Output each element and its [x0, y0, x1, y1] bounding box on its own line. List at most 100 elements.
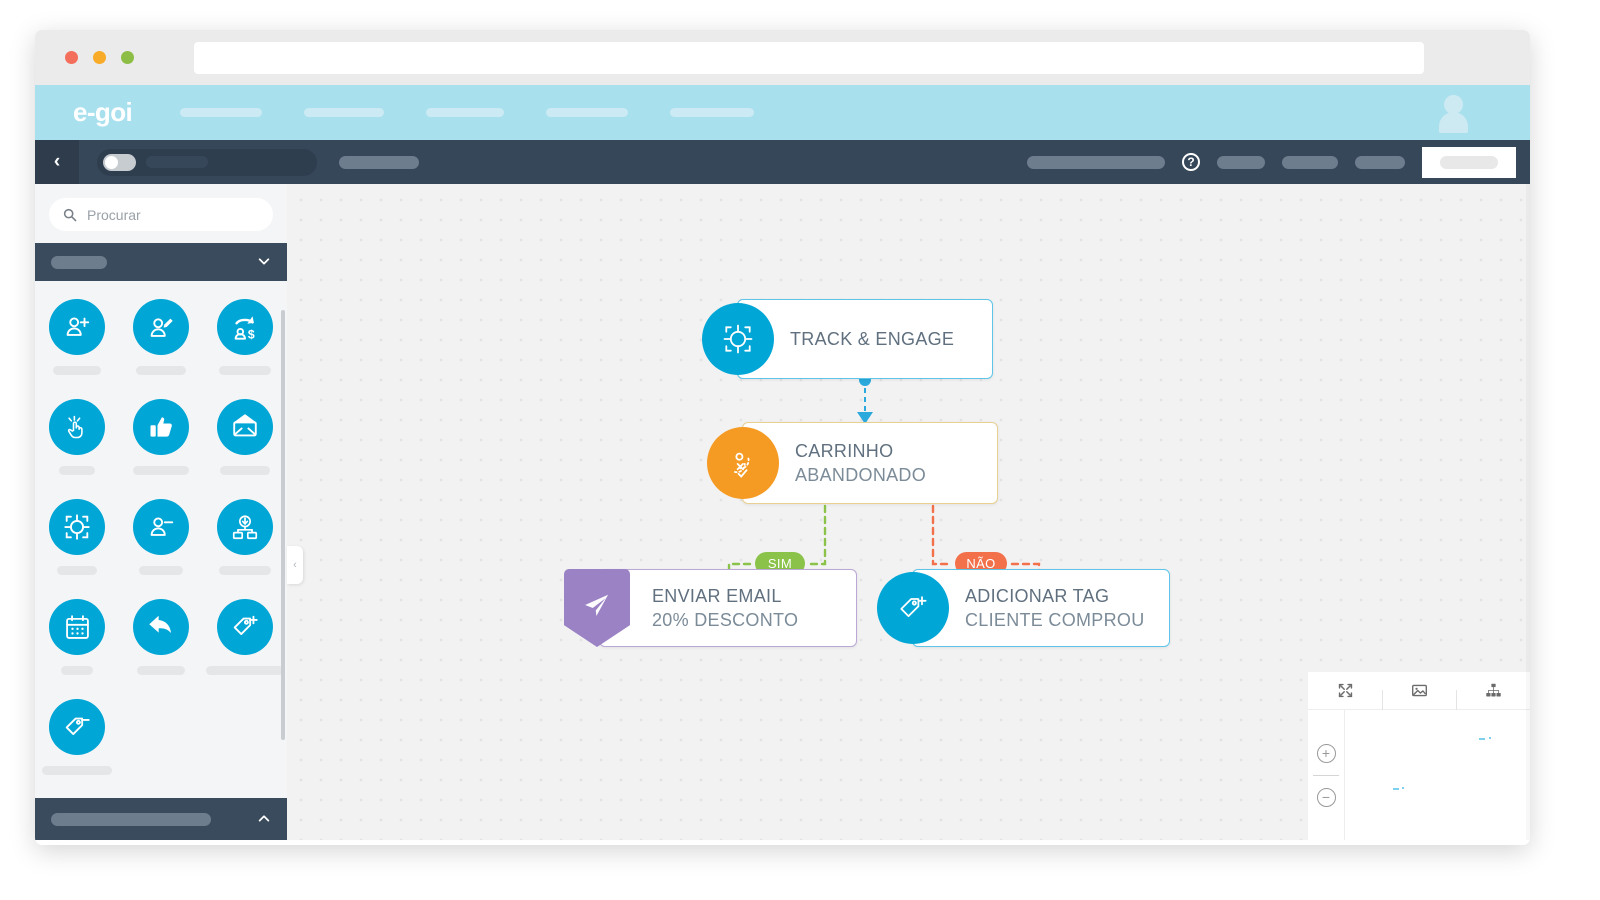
- help-icon[interactable]: ?: [1182, 153, 1200, 171]
- tool-group-footer-label: [51, 812, 211, 826]
- zoom-in-button[interactable]: +: [1316, 743, 1336, 763]
- save-button-label: [1440, 155, 1498, 169]
- tool-item-form-download[interactable]: [203, 499, 287, 575]
- calendar-icon: [49, 599, 105, 655]
- top-nav-item-4[interactable]: [546, 108, 629, 117]
- top-nav-item-1[interactable]: [180, 108, 263, 117]
- search-icon: [63, 208, 77, 222]
- tool-item-label: [220, 466, 270, 475]
- chevron-down-icon: [257, 254, 271, 271]
- tool-group-footer[interactable]: [35, 798, 287, 840]
- fullscreen-icon[interactable]: [1308, 682, 1382, 699]
- tool-item-label: [139, 566, 183, 575]
- tool-item-label: [133, 466, 189, 475]
- minimap-lower: + −: [1308, 710, 1530, 840]
- node-subtitle: CLIENTE COMPROU: [965, 609, 1145, 630]
- node-title: ENVIAR EMAIL: [652, 585, 782, 606]
- hierarchy-icon[interactable]: [1456, 682, 1530, 712]
- brand-logo[interactable]: e-goi: [73, 97, 133, 128]
- toolbar-action-3[interactable]: [1355, 155, 1405, 169]
- canvas-scrollbar[interactable]: [1526, 184, 1530, 840]
- toggle-knob: [105, 155, 118, 169]
- toolbar-toggle-group: [97, 148, 317, 176]
- avatar[interactable]: [1436, 94, 1470, 133]
- user-sale-icon: $: [217, 299, 273, 355]
- workflow-node-track-engage[interactable]: TRACK & ENGAGE: [702, 299, 993, 379]
- tool-item-target[interactable]: [35, 499, 119, 575]
- tool-item-user-sale[interactable]: $: [203, 299, 287, 375]
- toolbar-right-group: ?: [1027, 140, 1530, 184]
- activation-toggle[interactable]: [103, 153, 136, 171]
- toggle-label-placeholder: [146, 156, 208, 168]
- tool-item-tag-add[interactable]: [203, 599, 287, 675]
- traffic-lights: [65, 51, 134, 64]
- tool-item-label: [61, 666, 93, 675]
- top-nav-items: [180, 108, 755, 117]
- zoom-divider: [1313, 774, 1339, 776]
- minimap-toolbar: [1308, 672, 1530, 712]
- browser-titlebar: [35, 30, 1530, 85]
- app-top-nav: e-goi: [35, 85, 1530, 140]
- tag-add-icon: [877, 572, 949, 644]
- target-crosshair-icon: [702, 303, 774, 375]
- tool-item-user-add[interactable]: [35, 299, 119, 375]
- user-add-icon: [49, 299, 105, 355]
- tool-sidebar: Procurar $: [35, 184, 287, 840]
- search-input[interactable]: Procurar: [49, 198, 273, 231]
- tool-item-label: [136, 366, 186, 375]
- top-nav-item-5[interactable]: [670, 108, 755, 117]
- workflow-canvas[interactable]: TRACK & ENGAGE CARRINHO ABANDONADO SIM N…: [287, 184, 1530, 840]
- tool-item-label: [42, 766, 112, 775]
- image-export-icon[interactable]: [1382, 682, 1456, 712]
- tool-item-reply[interactable]: [119, 599, 203, 675]
- tool-item-open-envelope[interactable]: [203, 399, 287, 475]
- sidebar-scrollbar[interactable]: [281, 310, 285, 740]
- target-icon: [49, 499, 105, 555]
- tool-item-click[interactable]: [35, 399, 119, 475]
- svg-text:$: $: [248, 327, 255, 341]
- tool-item-user-edit[interactable]: [119, 299, 203, 375]
- open-envelope-icon: [217, 399, 273, 455]
- tag-add-icon: [217, 599, 273, 655]
- address-bar[interactable]: [194, 41, 1424, 74]
- top-nav-item-3[interactable]: [426, 108, 505, 117]
- tool-group-header[interactable]: [35, 243, 287, 281]
- tool-item-user-remove[interactable]: [119, 499, 203, 575]
- tag-remove-icon: [49, 699, 105, 755]
- toolbar-action-1[interactable]: [1217, 155, 1265, 169]
- sidebar-collapse-toggle[interactable]: ‹: [287, 546, 303, 584]
- top-nav-item-2[interactable]: [304, 108, 385, 117]
- editor-body: Procurar $ ‹ TRACK & ENGAGE CARRINHO ABA…: [35, 184, 1530, 840]
- tool-item-label: [219, 566, 271, 575]
- minimap-viewport[interactable]: [1344, 710, 1530, 840]
- editor-toolbar: ‹ ?: [35, 140, 1530, 184]
- close-window-button[interactable]: [65, 51, 78, 64]
- back-button[interactable]: ‹: [35, 140, 79, 184]
- workflow-node-adicionar-tag[interactable]: ADICIONAR TAG CLIENTE COMPROU: [877, 569, 1170, 647]
- node-title: TRACK & ENGAGE: [790, 328, 955, 349]
- minimize-window-button[interactable]: [93, 51, 106, 64]
- node-subtitle: 20% DESCONTO: [652, 609, 799, 630]
- maximize-window-button[interactable]: [121, 51, 134, 64]
- tool-item-label: [206, 666, 284, 675]
- tool-item-label: [53, 366, 101, 375]
- node-title: CARRINHO: [795, 440, 894, 461]
- click-icon: [49, 399, 105, 455]
- toolbar-action-2[interactable]: [1282, 155, 1338, 169]
- decision-check-x-icon: [707, 427, 779, 499]
- node-text: ENVIAR EMAIL 20% DESCONTO: [600, 586, 816, 631]
- tool-item-tag-remove[interactable]: [35, 699, 119, 775]
- tool-item-label: [219, 366, 271, 375]
- save-button[interactable]: [1422, 146, 1516, 178]
- tool-item-calendar[interactable]: [35, 599, 119, 675]
- workflow-node-enviar-email[interactable]: ENVIAR EMAIL 20% DESCONTO: [564, 569, 857, 647]
- zoom-out-button[interactable]: −: [1316, 787, 1336, 807]
- workflow-node-carrinho-abandonado[interactable]: CARRINHO ABANDONADO: [707, 422, 998, 504]
- tool-group-header-label: [51, 255, 107, 269]
- reply-arrow-icon: [133, 599, 189, 655]
- chevron-up-icon: [257, 811, 271, 828]
- search-placeholder: Procurar: [87, 206, 141, 223]
- minimap-node: [1489, 737, 1491, 739]
- minimap-node: [1393, 788, 1399, 790]
- tool-item-thumbs-up[interactable]: [119, 399, 203, 475]
